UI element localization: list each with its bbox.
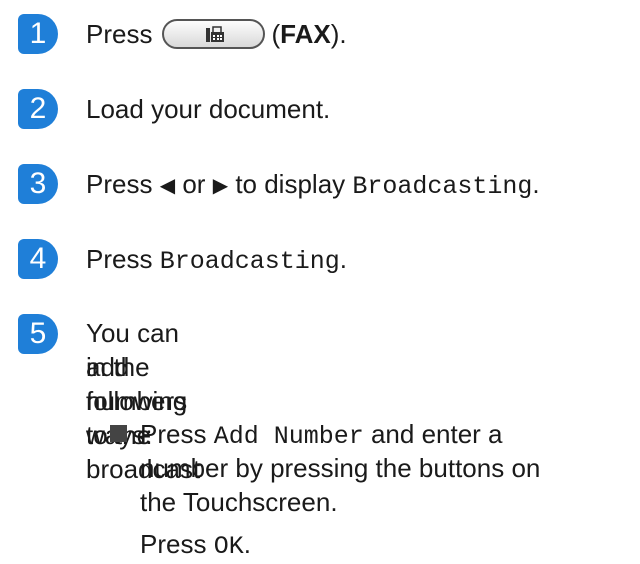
fax-icon xyxy=(206,26,225,43)
press-label: Press xyxy=(140,419,207,449)
bullet-line-2: number by pressing the buttons on xyxy=(140,453,541,483)
period: . xyxy=(532,169,540,199)
step-number-3: 3 xyxy=(18,164,58,204)
bullet-square-icon xyxy=(110,425,127,442)
step-number-1: 1 xyxy=(18,14,58,54)
paren-open: ( xyxy=(271,19,281,49)
paren-close: ). xyxy=(330,19,347,49)
add-number-option: Add Number xyxy=(213,422,364,451)
bullet-line-1: Press Add Number and enter a xyxy=(140,417,503,454)
right-arrow-icon: ▶ xyxy=(212,175,229,197)
broadcasting-button: Broadcasting xyxy=(159,247,340,276)
step-2-text: Load your document. xyxy=(86,94,331,124)
period: . xyxy=(243,529,251,559)
bullet-after-text: and enter a xyxy=(370,419,503,449)
or-label: or xyxy=(182,169,206,199)
to-display-label: to display xyxy=(235,169,346,199)
bullet-line-3: the Touchscreen. xyxy=(140,487,338,517)
step-1-text: Press (FAX). xyxy=(86,14,347,54)
broadcasting-option: Broadcasting xyxy=(352,172,533,201)
fax-label: FAX xyxy=(280,19,331,49)
step-number-4: 4 xyxy=(18,239,58,279)
step-3-text: Press ◀ or ▶ to display Broadcasting. xyxy=(86,164,540,207)
press-label: Press xyxy=(86,244,153,274)
step-number-2: 2 xyxy=(18,89,58,129)
press-label: Press xyxy=(86,19,153,49)
fax-button[interactable] xyxy=(162,19,266,50)
press-label: Press xyxy=(86,169,153,199)
step-4-text: Press Broadcasting. xyxy=(86,239,347,282)
period: . xyxy=(339,244,347,274)
press-label: Press xyxy=(140,529,207,559)
left-arrow-icon: ◀ xyxy=(159,175,176,197)
step-number-5: 5 xyxy=(18,314,58,354)
bullet-press-ok: Press OK. xyxy=(140,527,251,564)
